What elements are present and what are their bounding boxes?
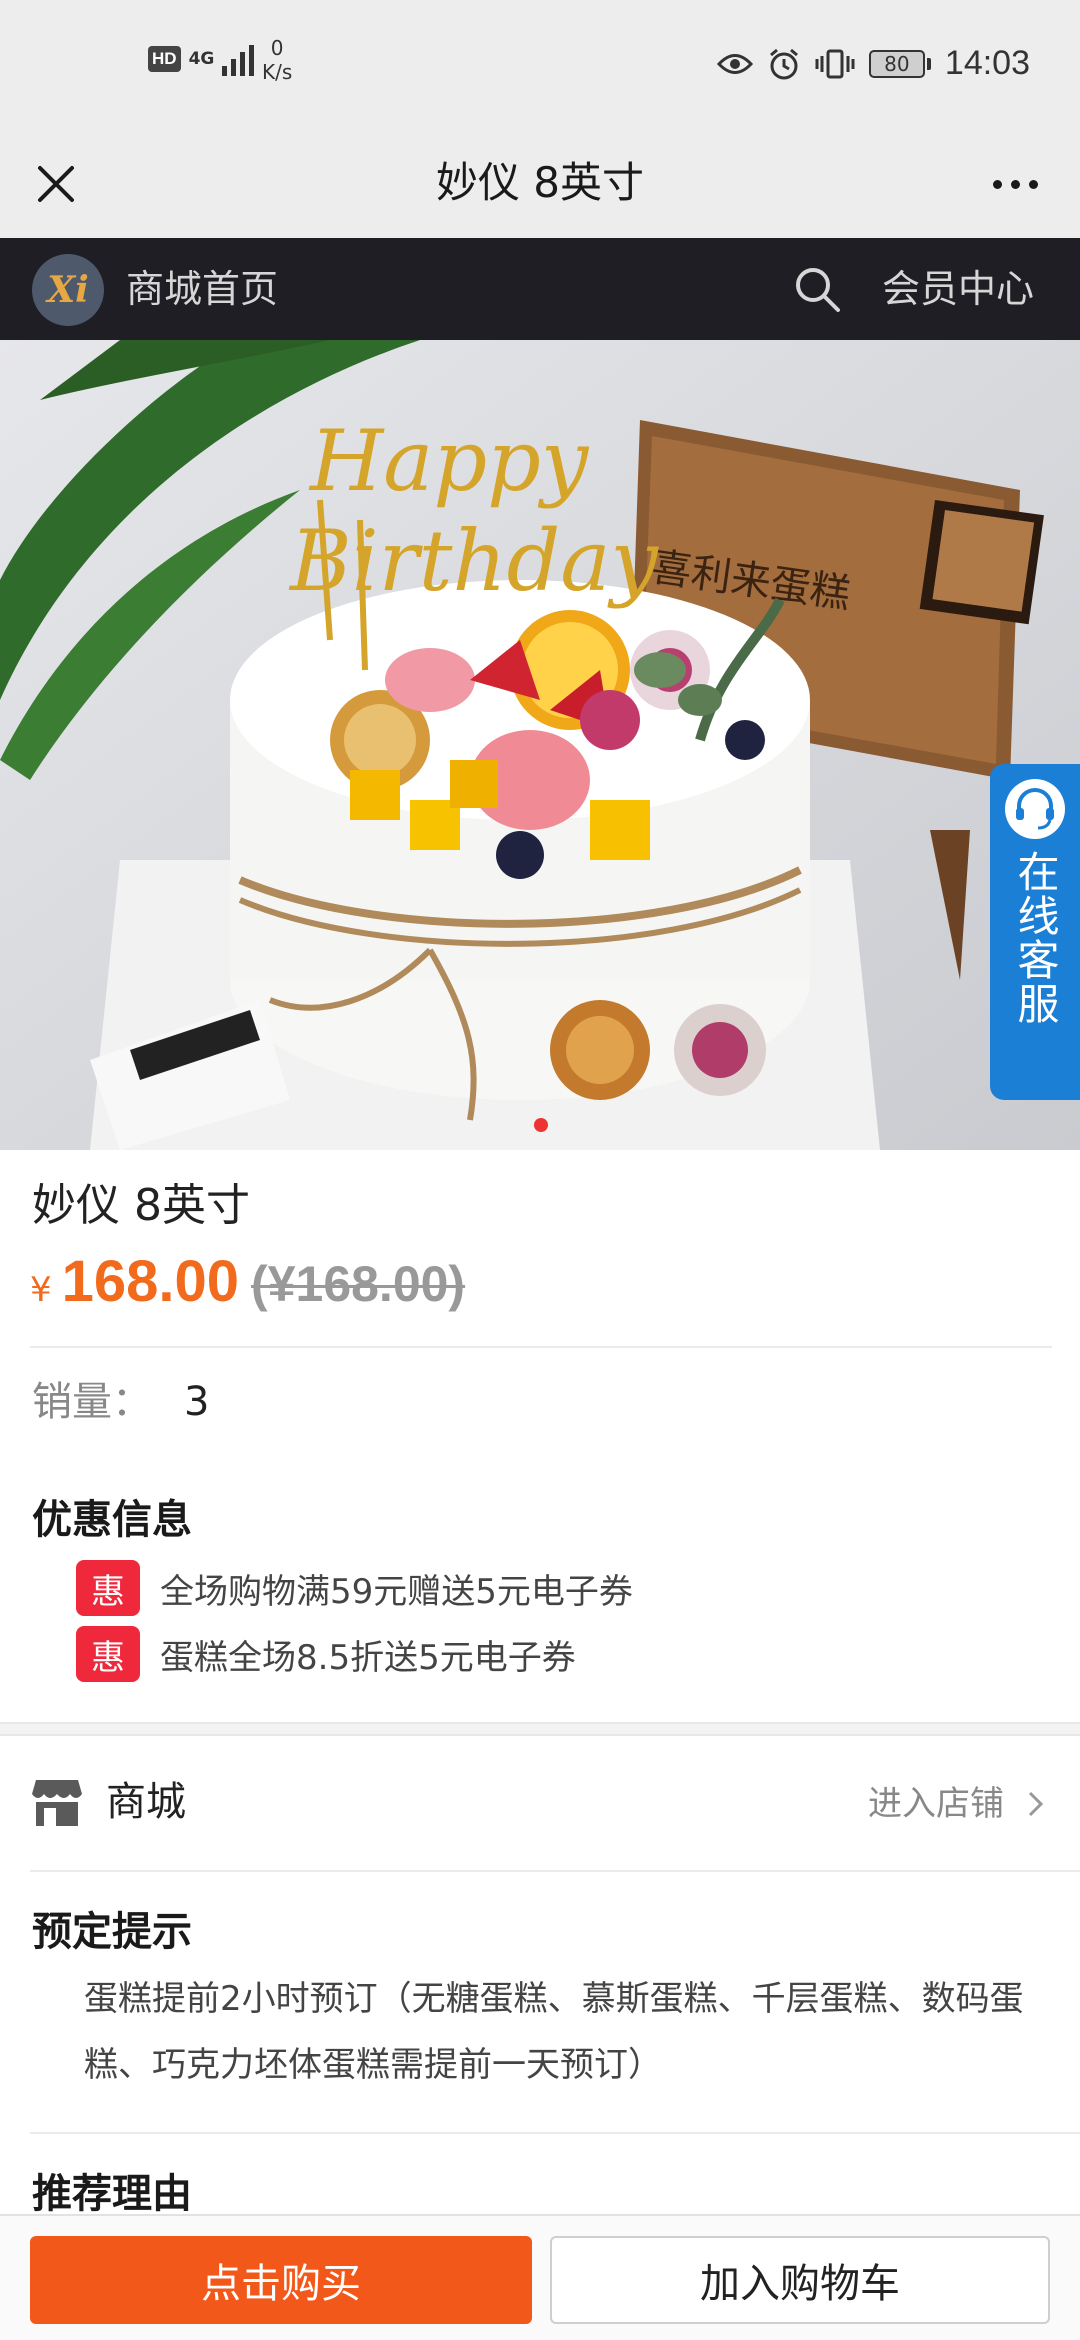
buy-now-button[interactable]: 点击购买	[30, 2236, 532, 2324]
search-icon[interactable]	[790, 262, 844, 316]
bottom-action-bar: 点击购买 加入购物车	[0, 2214, 1080, 2340]
divider	[30, 1870, 1080, 1872]
signal-icon	[222, 42, 255, 76]
hd-badge: HD	[148, 46, 181, 72]
carousel-dot-indicator[interactable]	[534, 1118, 548, 1132]
enter-store-link[interactable]: 进入店铺	[868, 1776, 1050, 1832]
promotions-title: 优惠信息	[32, 1497, 192, 1543]
battery-level: 80	[868, 49, 925, 78]
product-image-carousel[interactable]: 喜利来蛋糕 Happy Birthday 在线客服	[0, 340, 1080, 1150]
svg-text:Birthday: Birthday	[288, 512, 659, 610]
status-icons: 80 14:03	[716, 44, 1030, 83]
promotion-text: 蛋糕全场8.5折送5元电子券	[160, 1637, 576, 1678]
divider	[30, 1346, 1052, 1348]
customer-service-label: 在线客服	[1011, 850, 1060, 1026]
eye-icon	[716, 53, 753, 74]
sales-row: 销量： 3	[32, 1374, 209, 1430]
page-title: 妙仪 8英寸	[435, 158, 645, 207]
section-separator	[0, 1722, 1080, 1736]
reservation-title: 预定提示	[32, 1909, 192, 1955]
sales-label: 销量：	[32, 1379, 152, 1425]
divider	[30, 2132, 1080, 2134]
signal-group: HD 4G	[148, 42, 255, 76]
add-to-cart-button[interactable]: 加入购物车	[550, 2236, 1050, 2324]
more-options-button[interactable]	[980, 152, 1050, 216]
alarm-icon	[769, 48, 798, 79]
speed-value: 0	[270, 36, 284, 60]
network-speed: 0 K/s	[262, 36, 292, 84]
battery-icon: 80	[868, 49, 931, 78]
more-dots-icon	[992, 179, 1002, 189]
clock: 14:03	[944, 44, 1030, 82]
shop-header: Xi 商城首页 会员中心	[0, 238, 1080, 340]
cake-photo: 喜利来蛋糕 Happy Birthday	[0, 340, 1080, 1150]
promotion-text: 全场购物满59元赠送5元电子券	[160, 1571, 633, 1612]
store-row[interactable]: 商城 进入店铺	[0, 1736, 1080, 1870]
current-price: 168.00	[61, 1249, 240, 1314]
enter-store-label: 进入店铺	[868, 1784, 1004, 1824]
promotion-badge: 惠	[76, 1626, 140, 1682]
title-bar: 妙仪 8英寸	[0, 130, 1080, 238]
reservation-text: 蛋糕提前2小时预订（无糖蛋糕、慕斯蛋糕、千层蛋糕、数码蛋糕、巧克力坯体蛋糕需提前…	[84, 1979, 1024, 2085]
store-icon	[32, 1780, 82, 1826]
price-row: ¥ 168.00 (¥168.00)	[30, 1248, 465, 1315]
promotion-badge: 惠	[76, 1560, 140, 1616]
sales-count: 3	[184, 1379, 210, 1425]
member-center-link[interactable]: 会员中心	[882, 262, 1034, 316]
chevron-right-icon	[1028, 1791, 1044, 1817]
currency-symbol: ¥	[30, 1270, 52, 1310]
status-bar: HD 4G 0 K/s 80 14:03	[0, 0, 1080, 130]
promotion-item: 惠 全场购物满59元赠送5元电子券	[76, 1560, 633, 1616]
vibrate-icon	[815, 49, 855, 78]
headset-icon	[1005, 779, 1065, 839]
shop-logo[interactable]: Xi	[32, 254, 104, 326]
speed-unit: K/s	[262, 60, 293, 84]
svg-text:Happy: Happy	[308, 412, 590, 510]
store-label: 商城	[106, 1779, 186, 1825]
network-type: 4G	[188, 48, 215, 69]
shop-home-link[interactable]: 商城首页	[126, 262, 278, 316]
original-price: (¥168.00)	[251, 1256, 466, 1312]
online-customer-service-button[interactable]: 在线客服	[990, 764, 1080, 1100]
product-name: 妙仪 8英寸	[32, 1180, 250, 1231]
promotion-item: 惠 蛋糕全场8.5折送5元电子券	[76, 1626, 576, 1682]
